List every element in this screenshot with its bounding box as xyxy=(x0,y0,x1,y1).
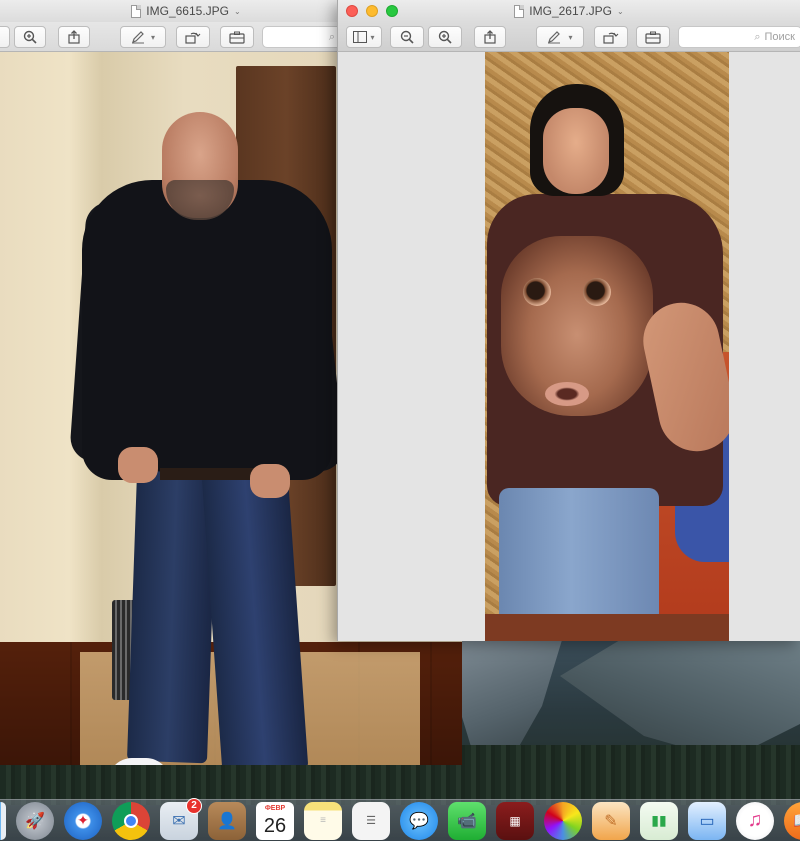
numbers-icon: ▮▮ xyxy=(651,812,667,828)
dock: 🚀 ✦ ✉ 2 👤 ФЕВР 26 ≡ ☰ 💬 📹 ▦ ✎ ▮▮ ▭ ♫ xyxy=(0,797,800,841)
photobooth-icon: ▦ xyxy=(509,813,521,828)
window-titlebar[interactable]: IMG_2617.JPG ⌄ xyxy=(338,0,800,22)
sidebar-button[interactable]: ▾ xyxy=(346,26,382,48)
search-icon: ⌕ xyxy=(754,30,761,43)
chevron-down-icon[interactable]: ⌄ xyxy=(617,7,624,16)
dock-numbers[interactable]: ▮▮ xyxy=(640,801,678,840)
contacts-icon: 👤 xyxy=(217,812,237,830)
share-button[interactable] xyxy=(474,26,506,48)
keynote-icon: ▭ xyxy=(699,812,715,830)
rocket-icon: 🚀 xyxy=(25,812,45,830)
toolbox-icon xyxy=(645,31,661,44)
toolbox-icon xyxy=(229,31,245,44)
dock-chrome[interactable] xyxy=(112,801,150,840)
zoom-in-icon xyxy=(438,30,452,44)
photo-hand xyxy=(118,447,158,483)
image-viewport-right[interactable] xyxy=(338,52,800,641)
rotate-button[interactable] xyxy=(176,26,210,48)
dock-ibooks[interactable]: 📖 xyxy=(784,801,800,840)
window-title-text: IMG_6615.JPG xyxy=(146,4,229,18)
sidebar-icon xyxy=(353,31,368,43)
notes-icon: ≡ xyxy=(320,815,326,826)
photo-hand xyxy=(250,464,290,498)
rotate-button[interactable] xyxy=(594,26,628,48)
photo-monkey-eye xyxy=(583,278,611,306)
zoom-out-icon xyxy=(400,30,414,44)
notification-badge: 2 xyxy=(186,797,202,814)
chevron-down-icon: ▾ xyxy=(150,32,155,42)
photo-face xyxy=(543,108,609,194)
music-icon: ♫ xyxy=(747,809,763,831)
rotate-icon xyxy=(603,32,619,44)
dock-finder[interactable] xyxy=(0,801,6,840)
dock-launchpad[interactable]: 🚀 xyxy=(16,801,54,840)
dock-mail[interactable]: ✉ 2 xyxy=(160,797,202,840)
mail-icon: ✉ xyxy=(172,812,186,830)
search-placeholder: Поиск xyxy=(764,31,795,43)
dock-contacts[interactable]: 👤 xyxy=(208,801,246,840)
photo-table xyxy=(485,614,729,641)
chevron-down-icon: ▾ xyxy=(370,32,375,42)
dock-messages[interactable]: 💬 xyxy=(400,801,438,840)
dock-photos[interactable] xyxy=(544,801,582,840)
document-icon xyxy=(131,4,142,18)
window-title-text: IMG_2617.JPG xyxy=(529,4,612,18)
share-button[interactable] xyxy=(58,26,90,48)
pen-icon xyxy=(548,31,561,44)
toolbox-button[interactable] xyxy=(636,26,670,48)
search-icon: ⌕ xyxy=(328,30,335,43)
calendar-day: 26 xyxy=(263,814,287,837)
window-title: IMG_2617.JPG ⌄ xyxy=(514,4,624,18)
photo-woman xyxy=(485,52,729,641)
minimize-button[interactable] xyxy=(366,5,378,17)
chevron-down-icon[interactable]: ⌄ xyxy=(234,7,241,16)
dock-reminders[interactable]: ☰ xyxy=(352,801,390,840)
preview-window-right[interactable]: IMG_2617.JPG ⌄ ▾ ▾ ⌕ Поиск xyxy=(337,0,800,641)
zoom-in-button[interactable] xyxy=(428,26,462,48)
chevron-down-icon: ▾ xyxy=(568,32,573,42)
calendar-month: ФЕВР xyxy=(264,804,286,812)
maximize-button[interactable] xyxy=(386,5,398,17)
markup-button[interactable]: ▾ xyxy=(536,26,584,48)
facetime-icon: 📹 xyxy=(457,812,477,830)
chrome-icon xyxy=(124,813,138,828)
pages-icon: ✎ xyxy=(604,812,618,830)
sidebar-button[interactable] xyxy=(0,26,10,48)
photo-monkey-mouth xyxy=(545,382,589,406)
zoom-out-button[interactable] xyxy=(390,26,424,48)
dock-photo-booth[interactable]: ▦ xyxy=(496,801,534,840)
photo-sweater xyxy=(82,180,332,480)
messages-icon: 💬 xyxy=(409,812,429,830)
zoom-in-button[interactable] xyxy=(14,26,46,48)
dock-notes[interactable]: ≡ xyxy=(304,801,342,840)
window-title: IMG_6615.JPG ⌄ xyxy=(131,4,241,18)
markup-button[interactable]: ▾ xyxy=(120,26,166,48)
pen-icon xyxy=(131,31,144,44)
close-button[interactable] xyxy=(346,5,358,17)
window-toolbar: ▾ ▾ ⌕ Поиск xyxy=(338,22,800,52)
search-field-left[interactable]: ⌕ xyxy=(262,26,342,48)
dock-pages[interactable]: ✎ xyxy=(592,801,630,840)
dock-safari[interactable]: ✦ xyxy=(64,801,102,840)
document-icon xyxy=(514,4,525,18)
dock-itunes[interactable]: ♫ xyxy=(736,801,774,840)
toolbox-button[interactable] xyxy=(220,26,254,48)
photo-monkey-eye xyxy=(523,278,551,306)
window-controls xyxy=(346,5,398,17)
dock-keynote[interactable]: ▭ xyxy=(688,801,726,840)
rotate-icon xyxy=(185,32,201,44)
share-icon xyxy=(68,30,80,44)
reminders-icon: ☰ xyxy=(366,815,376,827)
zoom-in-icon xyxy=(23,30,37,44)
compass-icon: ✦ xyxy=(77,812,89,828)
books-icon: 📖 xyxy=(793,811,800,831)
dock-facetime[interactable]: 📹 xyxy=(448,801,486,840)
search-field[interactable]: ⌕ Поиск xyxy=(678,26,800,48)
share-icon xyxy=(484,30,496,44)
dock-calendar[interactable]: ФЕВР 26 xyxy=(256,801,294,840)
